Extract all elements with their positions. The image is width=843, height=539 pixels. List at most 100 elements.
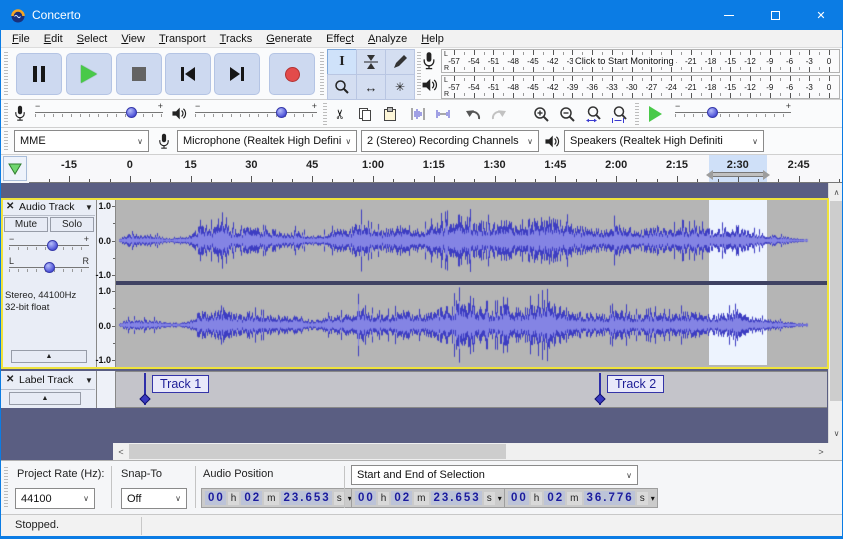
envelope-tool-button[interactable]: [356, 49, 386, 75]
scroll-left-icon[interactable]: <: [113, 443, 129, 460]
track-menu-arrow-icon[interactable]: ▼: [85, 203, 93, 212]
skip-to-start-button[interactable]: [165, 53, 211, 95]
selection-start-hours[interactable]: 00: [355, 491, 376, 505]
recording-meter[interactable]: L R -57-54-51-48-45-42-39-36-33-30-27-24…: [441, 49, 840, 73]
playback-meter[interactable]: L R -57-54-51-48-45-42-39-36-33-30-27-24…: [441, 75, 840, 99]
recording-volume-slider[interactable]: − +: [33, 103, 165, 125]
collapse-track-button[interactable]: ▲: [11, 350, 87, 363]
audio-track-title[interactable]: Audio Track: [19, 201, 74, 213]
selection-end-seconds[interactable]: 36.776: [584, 491, 635, 505]
record-button[interactable]: [269, 53, 315, 95]
skip-to-end-button[interactable]: [214, 53, 260, 95]
play-at-speed-button[interactable]: [641, 102, 669, 126]
menu-help[interactable]: Help: [414, 33, 451, 45]
zoom-out-button[interactable]: [555, 103, 580, 125]
selection-tool-button[interactable]: I: [327, 49, 357, 75]
playback-volume-slider[interactable]: − +: [193, 103, 319, 125]
zoom-tool-button[interactable]: [327, 74, 357, 100]
maximize-button[interactable]: [752, 0, 798, 30]
menu-transport[interactable]: Transport: [152, 33, 213, 45]
track-area[interactable]: ✕ Audio Track ▼ Mute Solo − + L R Stereo…: [1, 183, 843, 443]
pan-thumb[interactable]: [44, 262, 55, 273]
menu-file[interactable]: File: [5, 33, 37, 45]
menu-effect[interactable]: Effect: [319, 33, 361, 45]
label-text[interactable]: Track 2: [607, 375, 664, 393]
zoom-fit-button[interactable]: [607, 103, 632, 125]
audio-host-dropdown[interactable]: MME∨: [14, 130, 149, 152]
label-track-title[interactable]: Label Track: [19, 374, 73, 386]
field-dropdown-arrow-icon[interactable]: ▾: [651, 494, 655, 503]
selection-mode-dropdown[interactable]: Start and End of Selection∨: [351, 465, 638, 485]
undo-button[interactable]: [461, 103, 485, 125]
track-menu-arrow-icon[interactable]: ▼: [85, 376, 93, 385]
field-dropdown-arrow-icon[interactable]: ▾: [498, 494, 502, 503]
monitoring-hint[interactable]: Click to Start Monitoring: [573, 56, 676, 66]
mixer-toolbar-grip[interactable]: [4, 103, 8, 125]
pan-slider[interactable]: L R: [7, 258, 91, 278]
pause-button[interactable]: [16, 53, 62, 95]
scroll-up-icon[interactable]: ∧: [829, 188, 843, 197]
title-bar[interactable]: Concerto ✕: [1, 0, 842, 30]
selection-start-seconds[interactable]: 23.653: [431, 491, 482, 505]
multi-tool-button[interactable]: ✳: [385, 74, 415, 100]
paste-button[interactable]: [378, 103, 402, 125]
menu-edit[interactable]: Edit: [37, 33, 70, 45]
selection-end-field[interactable]: 00h 02m 36.776s ▾: [504, 488, 658, 508]
transport-toolbar-grip[interactable]: [4, 52, 8, 96]
project-rate-dropdown[interactable]: 44100∨: [15, 488, 95, 509]
label-marker-handle-icon[interactable]: [594, 393, 605, 404]
label-text[interactable]: Track 1: [152, 375, 209, 393]
device-toolbar-grip[interactable]: [4, 131, 8, 152]
selection-end-hours[interactable]: 00: [508, 491, 529, 505]
menu-tracks[interactable]: Tracks: [213, 33, 260, 45]
snap-to-dropdown[interactable]: Off∨: [121, 488, 187, 509]
tools-toolbar-grip[interactable]: [320, 52, 324, 96]
waveform-channel-right[interactable]: [116, 285, 827, 365]
audio-position-seconds[interactable]: 23.653: [281, 491, 332, 505]
collapse-track-button[interactable]: ▲: [9, 392, 81, 405]
recording-channels-dropdown[interactable]: 2 (Stereo) Recording Channels∨: [361, 130, 539, 152]
timeline-ruler[interactable]: -1501530451:001:151:301:452:002:152:302:…: [29, 155, 843, 183]
horizontal-scrollbar[interactable]: < >: [113, 443, 829, 460]
copy-button[interactable]: [353, 103, 377, 125]
play-button[interactable]: [66, 53, 112, 95]
vertical-scrollbar-thumb[interactable]: [830, 201, 843, 401]
stop-button[interactable]: [116, 53, 162, 95]
playback-device-dropdown[interactable]: Speakers (Realtek High Definiti∨: [564, 130, 764, 152]
scroll-right-icon[interactable]: >: [813, 443, 829, 460]
audio-position-field[interactable]: 00h 02m 23.653s ▾: [201, 488, 355, 508]
selection-end-minutes[interactable]: 02: [544, 491, 565, 505]
selection-toolbar-grip[interactable]: [4, 467, 8, 509]
play-speed-slider[interactable]: − +: [673, 103, 793, 125]
audio-position-hours[interactable]: 00: [205, 491, 226, 505]
waveform-display[interactable]: [116, 198, 827, 369]
vertical-scrollbar[interactable]: ∧ ∨: [828, 183, 843, 443]
horizontal-scrollbar-thumb[interactable]: [129, 444, 506, 459]
label-marker-handle-icon[interactable]: [139, 393, 150, 404]
menu-analyze[interactable]: Analyze: [361, 33, 414, 45]
close-track-icon[interactable]: ✕: [6, 374, 14, 385]
time-shift-tool-button[interactable]: ↔: [356, 74, 386, 100]
close-button[interactable]: ✕: [798, 0, 843, 30]
audio-track-control-panel[interactable]: ✕ Audio Track ▼ Mute Solo − + L R Stereo…: [1, 198, 97, 369]
zoom-in-button[interactable]: [529, 103, 554, 125]
play-at-speed-grip[interactable]: [635, 103, 639, 125]
minimize-button[interactable]: [706, 0, 752, 30]
label-area[interactable]: Track 1 Track 2: [116, 371, 827, 408]
gain-slider[interactable]: − +: [7, 236, 91, 256]
playback-volume-thumb[interactable]: [276, 107, 287, 118]
play-speed-thumb[interactable]: [707, 107, 718, 118]
menu-generate[interactable]: Generate: [259, 33, 319, 45]
menu-view[interactable]: View: [114, 33, 152, 45]
vertical-scale-ruler[interactable]: 1.00.0-1.01.00.0-1.0: [97, 198, 116, 369]
scroll-down-icon[interactable]: ∨: [829, 429, 843, 438]
label-track-control-panel[interactable]: ✕ Label Track ▼ ▲: [1, 371, 97, 408]
selection-drag-bar[interactable]: [713, 172, 763, 177]
waveform-channel-left[interactable]: [116, 200, 827, 281]
selection-right-handle-icon[interactable]: [763, 170, 770, 180]
draw-tool-button[interactable]: [385, 49, 415, 75]
recording-device-dropdown[interactable]: Microphone (Realtek High Defini∨: [177, 130, 357, 152]
zoom-to-selection-button[interactable]: [581, 103, 606, 125]
menu-select[interactable]: Select: [70, 33, 115, 45]
audio-position-minutes[interactable]: 02: [241, 491, 262, 505]
